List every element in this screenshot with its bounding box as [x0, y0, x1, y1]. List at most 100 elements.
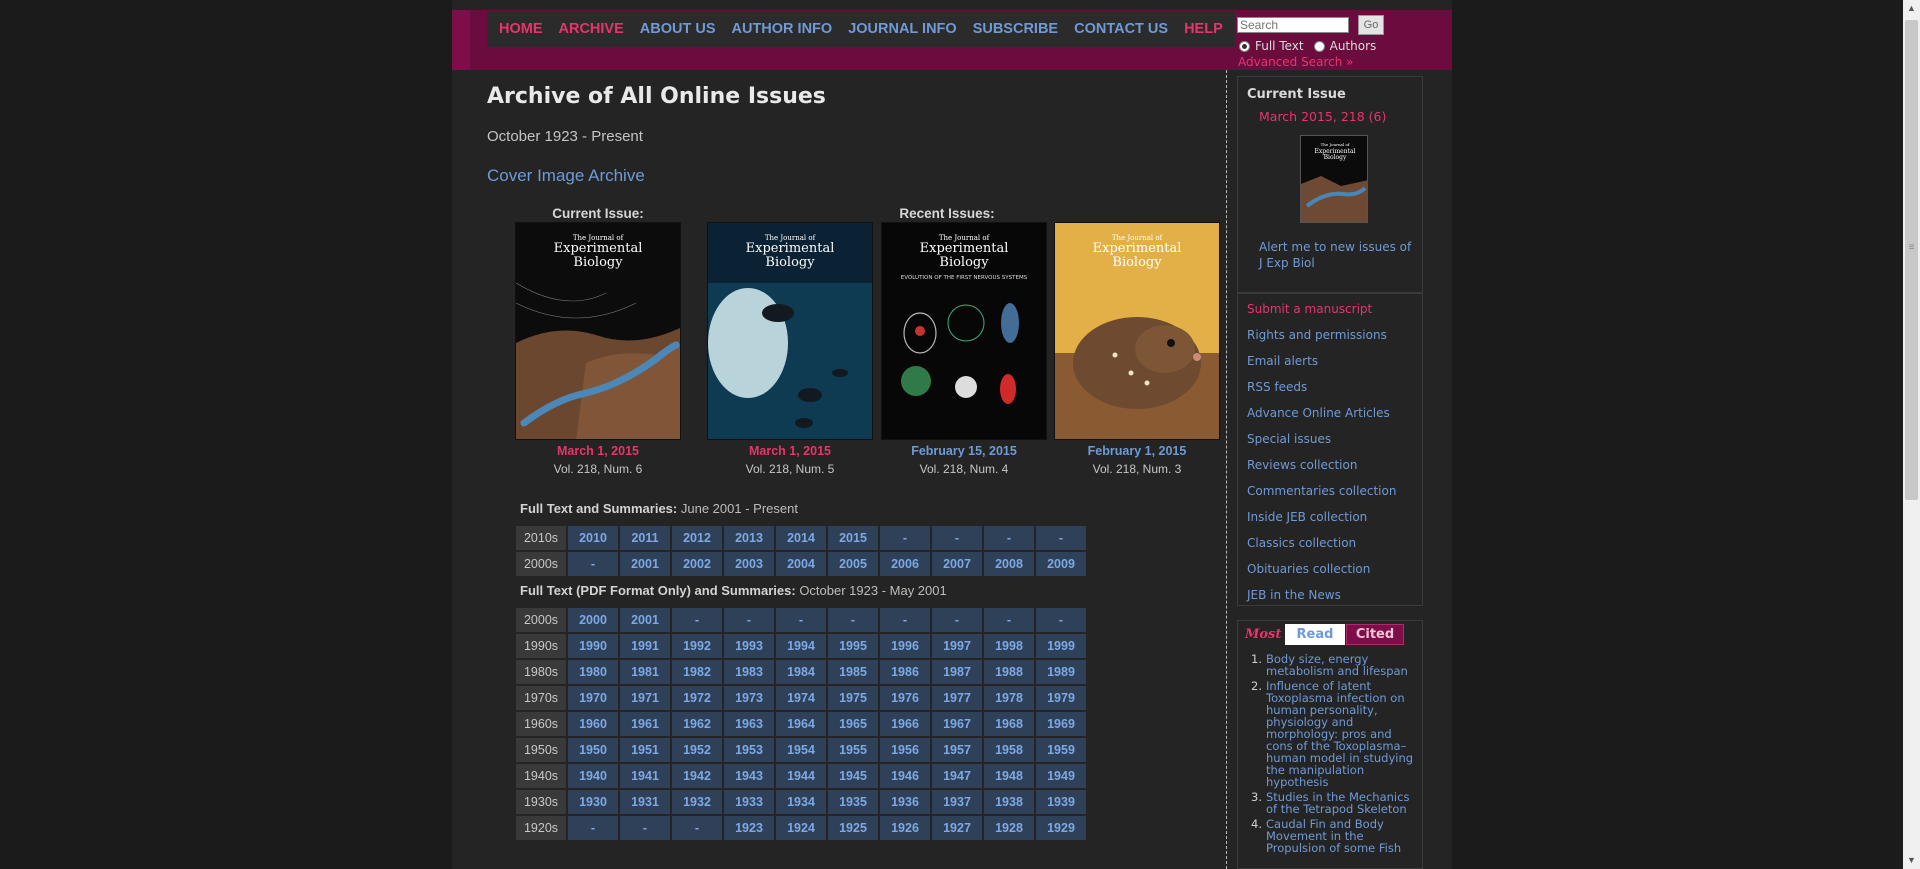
year-link[interactable]: 1936: [880, 790, 930, 814]
year-link[interactable]: 1951: [620, 738, 670, 762]
scroll-down-arrow-icon[interactable]: ▼: [1903, 852, 1920, 869]
year-link[interactable]: 1994: [776, 634, 826, 658]
cover-image-archive-link[interactable]: Cover Image Archive: [487, 166, 645, 186]
sidebar-link-rights-and-permissions[interactable]: Rights and permissions: [1247, 328, 1387, 342]
sidebar-link-special-issues[interactable]: Special issues: [1247, 432, 1331, 446]
nav-subscribe[interactable]: SUBSCRIBE: [965, 21, 1066, 37]
current-issue-thumbnail[interactable]: The Journal of Experimental Biology: [1300, 135, 1368, 223]
most-article-link[interactable]: Caudal Fin and Body Movement in the Prop…: [1266, 817, 1401, 855]
year-link[interactable]: 1933: [724, 790, 774, 814]
year-link[interactable]: 1957: [932, 738, 982, 762]
sidebar-link-rss-feeds[interactable]: RSS feeds: [1247, 380, 1307, 394]
year-link[interactable]: 2008: [984, 552, 1034, 576]
current-issue-link[interactable]: March 2015, 218 (6): [1259, 109, 1386, 124]
sidebar-link-classics-collection[interactable]: Classics collection: [1247, 536, 1356, 550]
year-link[interactable]: 1978: [984, 686, 1034, 710]
sidebar-link-jeb-in-the-news[interactable]: JEB in the News: [1247, 588, 1341, 602]
issue-cover-2[interactable]: The Journal of Experimental Biology: [707, 222, 873, 440]
year-link[interactable]: 2010: [568, 526, 618, 550]
year-link[interactable]: 2013: [724, 526, 774, 550]
year-link[interactable]: 1971: [620, 686, 670, 710]
year-link[interactable]: 1973: [724, 686, 774, 710]
year-link[interactable]: 1956: [880, 738, 930, 762]
year-link[interactable]: 2006: [880, 552, 930, 576]
year-link[interactable]: 1929: [1036, 816, 1086, 840]
issue-date-link[interactable]: February 1, 2015: [1054, 444, 1220, 458]
year-link[interactable]: 1940: [568, 764, 618, 788]
sidebar-link-submit-a-manuscript[interactable]: Submit a manuscript: [1247, 302, 1372, 316]
year-link[interactable]: 1967: [932, 712, 982, 736]
authors-radio[interactable]: [1313, 40, 1325, 52]
year-link[interactable]: 1969: [1036, 712, 1086, 736]
search-go-button[interactable]: Go: [1358, 15, 1384, 35]
alert-new-issues-link[interactable]: Alert me to new issues of J Exp Biol: [1259, 239, 1415, 271]
year-link[interactable]: 1930: [568, 790, 618, 814]
year-link[interactable]: 1954: [776, 738, 826, 762]
year-link[interactable]: 1939: [1036, 790, 1086, 814]
year-link[interactable]: 1962: [672, 712, 722, 736]
year-link[interactable]: 1925: [828, 816, 878, 840]
year-link[interactable]: 2000: [568, 608, 618, 632]
issue-cover-1[interactable]: The Journal of Experimental Biology: [515, 222, 681, 440]
nav-author-info[interactable]: AUTHOR INFO: [724, 21, 841, 37]
nav-journal-info[interactable]: JOURNAL INFO: [840, 21, 965, 37]
year-link[interactable]: 2014: [776, 526, 826, 550]
year-link[interactable]: 1932: [672, 790, 722, 814]
year-link[interactable]: 1986: [880, 660, 930, 684]
year-link[interactable]: 2005: [828, 552, 878, 576]
year-link[interactable]: 1977: [932, 686, 982, 710]
year-link[interactable]: 1948: [984, 764, 1034, 788]
year-link[interactable]: 1981: [620, 660, 670, 684]
year-link[interactable]: 1968: [984, 712, 1034, 736]
nav-contact-us[interactable]: CONTACT US: [1066, 21, 1176, 37]
year-link[interactable]: 1924: [776, 816, 826, 840]
sidebar-link-email-alerts[interactable]: Email alerts: [1247, 354, 1318, 368]
year-link[interactable]: 1934: [776, 790, 826, 814]
year-link[interactable]: 1959: [1036, 738, 1086, 762]
year-link[interactable]: 1946: [880, 764, 930, 788]
year-link[interactable]: 2015: [828, 526, 878, 550]
year-link[interactable]: 1961: [620, 712, 670, 736]
sidebar-link-reviews-collection[interactable]: Reviews collection: [1247, 458, 1357, 472]
nav-archive[interactable]: ARCHIVE: [551, 21, 632, 37]
year-link[interactable]: 2011: [620, 526, 670, 550]
sidebar-link-inside-jeb-collection[interactable]: Inside JEB collection: [1247, 510, 1367, 524]
year-link[interactable]: 1975: [828, 686, 878, 710]
year-link[interactable]: 1979: [1036, 686, 1086, 710]
year-link[interactable]: 1941: [620, 764, 670, 788]
year-link[interactable]: 1937: [932, 790, 982, 814]
nav-about-us[interactable]: ABOUT US: [632, 21, 724, 37]
year-link[interactable]: 1952: [672, 738, 722, 762]
year-link[interactable]: 1950: [568, 738, 618, 762]
issue-date-link[interactable]: March 1, 2015: [707, 444, 873, 458]
year-link[interactable]: 1928: [984, 816, 1034, 840]
year-link[interactable]: 2001: [620, 608, 670, 632]
year-link[interactable]: 1964: [776, 712, 826, 736]
year-link[interactable]: 1945: [828, 764, 878, 788]
year-link[interactable]: 1960: [568, 712, 618, 736]
year-link[interactable]: 1985: [828, 660, 878, 684]
year-link[interactable]: 1999: [1036, 634, 1086, 658]
search-input[interactable]: [1237, 17, 1349, 33]
scroll-thumb[interactable]: ≡: [1905, 20, 1918, 500]
year-link[interactable]: 1953: [724, 738, 774, 762]
year-link[interactable]: 1998: [984, 634, 1034, 658]
year-link[interactable]: 1988: [984, 660, 1034, 684]
year-link[interactable]: 1984: [776, 660, 826, 684]
scroll-up-arrow-icon[interactable]: ▲: [1903, 0, 1920, 17]
year-link[interactable]: 2004: [776, 552, 826, 576]
year-link[interactable]: 1992: [672, 634, 722, 658]
year-link[interactable]: 2003: [724, 552, 774, 576]
most-article-link[interactable]: Influence of latent Toxoplasma infection…: [1266, 679, 1413, 789]
year-link[interactable]: 1938: [984, 790, 1034, 814]
issue-date-link[interactable]: February 15, 2015: [881, 444, 1047, 458]
year-link[interactable]: 1990: [568, 634, 618, 658]
year-link[interactable]: 1993: [724, 634, 774, 658]
year-link[interactable]: 1926: [880, 816, 930, 840]
year-link[interactable]: 2002: [672, 552, 722, 576]
year-link[interactable]: 1943: [724, 764, 774, 788]
tab-most-cited[interactable]: Cited: [1346, 624, 1404, 645]
full-text-radio[interactable]: [1239, 40, 1250, 52]
year-link[interactable]: 2001: [620, 552, 670, 576]
year-link[interactable]: 1972: [672, 686, 722, 710]
